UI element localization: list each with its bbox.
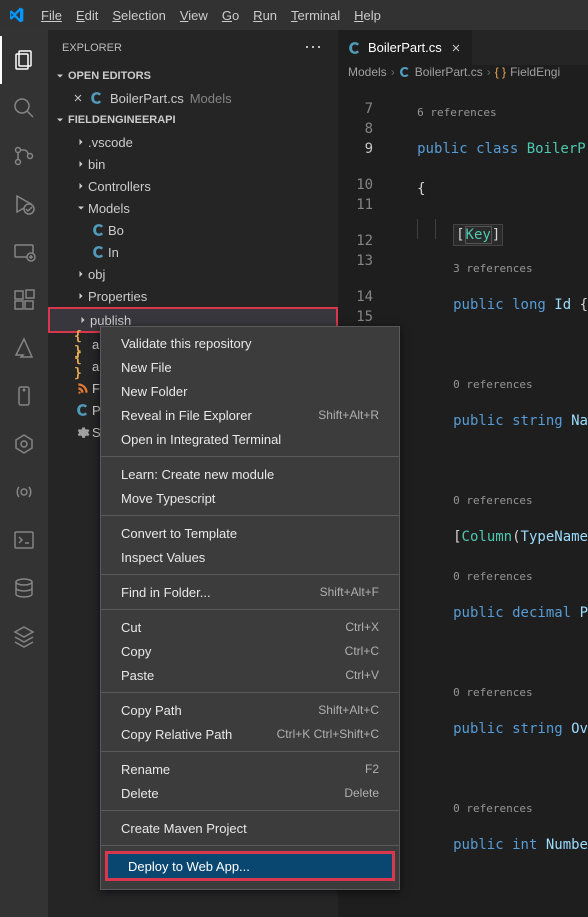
ctx-learn--create-new-module[interactable]: Learn: Create new module [101,462,399,486]
ctx-paste[interactable]: PasteCtrl+V [101,663,399,687]
tree-item--vscode[interactable]: .vscode [48,131,338,153]
csharp-icon [348,41,362,55]
ctx-reveal-in-file-explorer[interactable]: Reveal in File ExplorerShift+Alt+R [101,403,399,427]
menu-selection[interactable]: Selection [105,8,172,23]
activity-explorer-icon[interactable] [0,36,48,84]
ctx-find-in-folder---[interactable]: Find in Folder...Shift+Alt+F [101,580,399,604]
editor-tab[interactable]: BoilerPart.cs [338,30,473,65]
explorer-more-icon[interactable]: ⋯ [304,37,324,58]
open-editor-item[interactable]: BoilerPart.cs Models [48,87,338,109]
open-editors-header[interactable]: OPEN EDITORS [48,65,338,87]
chevron-down-icon [52,114,68,126]
code-content[interactable]: 6 references public class BoilerP { [Key… [399,79,588,917]
ctx-inspect-values[interactable]: Inspect Values [101,545,399,569]
project-header[interactable]: FIELDENGINEERAPI [48,109,338,131]
activity-device-icon[interactable] [0,372,48,420]
ctx-move-typescript[interactable]: Move Typescript [101,486,399,510]
ctx-copy-relative-path[interactable]: Copy Relative PathCtrl+K Ctrl+Shift+C [101,722,399,746]
context-menu: Validate this repositoryNew FileNew Fold… [100,326,400,890]
ctx-open-in-integrated-terminal[interactable]: Open in Integrated Terminal [101,427,399,451]
chevron-icon [74,158,88,170]
tree-item-properties[interactable]: Properties [48,285,338,307]
ctx-copy[interactable]: CopyCtrl+C [101,639,399,663]
activity-remote-icon[interactable] [0,228,48,276]
ctx-copy-path[interactable]: Copy PathShift+Alt+C [101,698,399,722]
ctx-cut[interactable]: CutCtrl+X [101,615,399,639]
open-editor-filename: BoilerPart.cs [110,91,184,106]
menubar: File Edit Selection View Go Run Terminal… [0,0,588,30]
close-icon[interactable] [72,92,86,104]
ctx-new-file[interactable]: New File [101,355,399,379]
tree-item-inventorycontext-cs[interactable]: In [48,241,338,263]
ctx-rename[interactable]: RenameF2 [101,757,399,781]
csharp-icon [399,66,411,78]
file-icon [90,245,108,259]
activity-search-icon[interactable] [0,84,48,132]
tree-item-models[interactable]: Models [48,197,338,219]
activity-azure-icon[interactable] [0,324,48,372]
ctx-create-maven-project[interactable]: Create Maven Project [101,816,399,840]
explorer-title: EXPLORER [62,42,122,54]
ctx-convert-to-template[interactable]: Convert to Template [101,521,399,545]
activity-kubernetes-icon[interactable] [0,420,48,468]
vscode-logo-icon [8,7,24,23]
menu-help[interactable]: Help [347,8,388,23]
activity-terminal-icon[interactable] [0,516,48,564]
tree-item-controllers[interactable]: Controllers [48,175,338,197]
ctx-deploy-to-web-app[interactable]: Deploy to Web App... [108,854,392,878]
menu-view[interactable]: View [173,8,215,23]
tab-bar: BoilerPart.cs [338,30,588,65]
menu-file[interactable]: File [34,8,69,23]
chevron-icon [74,290,88,302]
activity-debug-icon[interactable] [0,180,48,228]
chevron-down-icon [52,70,68,82]
tree-item-boilerpart-cs[interactable]: Bo [48,219,338,241]
close-icon[interactable] [450,42,462,54]
chevron-icon [74,136,88,148]
ctx-validate-this-repository[interactable]: Validate this repository [101,331,399,355]
chevron-icon [76,314,90,326]
open-editor-dir: Models [190,91,232,106]
file-icon [74,381,92,395]
activity-scm-icon[interactable] [0,132,48,180]
menu-terminal[interactable]: Terminal [284,8,347,23]
tab-title: BoilerPart.cs [368,40,442,55]
braces-icon: { } [495,65,506,79]
ctx-new-folder[interactable]: New Folder [101,379,399,403]
activity-live-icon[interactable] [0,468,48,516]
tree-item-obj[interactable]: obj [48,263,338,285]
chevron-icon [74,268,88,280]
chevron-icon [74,202,88,214]
tree-item-bin[interactable]: bin [48,153,338,175]
activity-layers-icon[interactable] [0,612,48,660]
menu-run[interactable]: Run [246,8,284,23]
menu-go[interactable]: Go [215,8,246,23]
breadcrumb[interactable]: Models › BoilerPart.cs › { } FieldEngi [338,65,588,79]
file-icon [74,403,92,417]
menu-edit[interactable]: Edit [69,8,105,23]
file-icon [90,223,108,237]
file-icon: { } [74,351,92,381]
activity-database-icon[interactable] [0,564,48,612]
file-icon [74,425,92,439]
explorer-header: EXPLORER ⋯ [48,30,338,65]
activity-extensions-icon[interactable] [0,276,48,324]
activity-bar [0,30,48,917]
chevron-icon [74,180,88,192]
csharp-icon [90,91,106,105]
ctx-delete[interactable]: DeleteDelete [101,781,399,805]
